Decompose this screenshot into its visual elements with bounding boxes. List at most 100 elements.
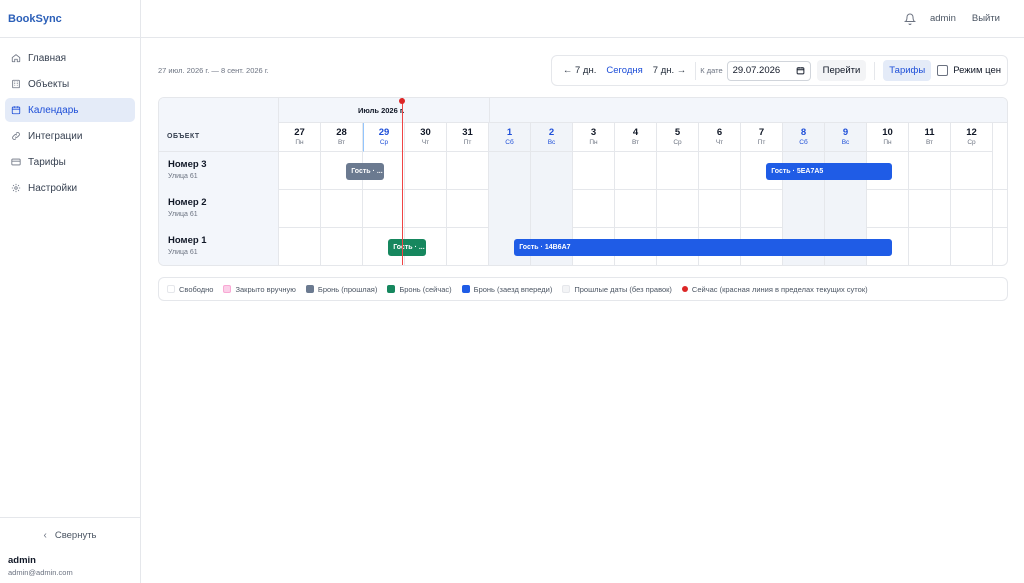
price-mode-checkbox[interactable] — [937, 65, 949, 76]
day-weekday: Вт — [925, 139, 934, 146]
sidebar-item-gear[interactable]: Настройки — [5, 176, 135, 200]
calendar-cell[interactable] — [447, 190, 489, 228]
calendar-cell[interactable] — [531, 190, 573, 228]
today-button[interactable]: Сегодня — [601, 62, 647, 79]
calendar-cell[interactable] — [909, 152, 951, 190]
day-header: 6 Чт — [699, 123, 741, 152]
day-weekday: Чт — [421, 139, 430, 146]
tariffs-button[interactable]: Тарифы — [883, 60, 932, 81]
calendar-cell[interactable] — [909, 190, 951, 228]
day-header: 4 Вт — [615, 123, 657, 152]
room-cell[interactable]: Номер 3 Улица 61 — [159, 152, 279, 190]
calendar-cell[interactable] — [657, 190, 699, 228]
calendar-cell[interactable] — [447, 228, 489, 265]
day-weekday: Вс — [547, 139, 556, 146]
calendar-cell[interactable] — [825, 190, 867, 228]
booking-bar[interactable]: Гость · 14B6A7 — [514, 239, 893, 256]
calendar-cell[interactable] — [615, 152, 657, 190]
day-weekday: Ср — [673, 139, 682, 146]
sidebar-item-label: Календарь — [28, 104, 79, 116]
booking-bar[interactable]: Гость · ... — [388, 239, 426, 256]
calendar-cell[interactable] — [867, 190, 909, 228]
date-input[interactable]: 29.07.2026 — [726, 60, 811, 81]
calendar-cell[interactable] — [951, 152, 993, 190]
calendar-cell[interactable] — [447, 152, 489, 190]
collapse-sidebar-button[interactable]: ‹ Свернуть — [0, 517, 140, 553]
calendar-cell[interactable] — [531, 152, 573, 190]
home-icon — [11, 53, 21, 63]
calendar-cell[interactable] — [741, 190, 783, 228]
legend-label: Бронь (прошлая) — [317, 284, 378, 294]
card-icon — [11, 157, 21, 167]
day-weekday: Сб — [799, 139, 808, 146]
legend-label: Бронь (заезд впереди) — [473, 284, 553, 294]
collapse-label: Свернуть — [54, 530, 97, 541]
calendar-cell[interactable] — [951, 228, 993, 265]
booking-calendar: Июль 2026 г. ОБЪЕКТ 27 Пн 28 Вт 29 Ср 30 Чт 31 Пт… — [158, 97, 1008, 266]
next-week-button[interactable]: 7 дн. → — [648, 62, 692, 79]
sidebar-item-calendar[interactable]: Календарь — [5, 98, 135, 122]
calendar-cell[interactable] — [657, 152, 699, 190]
sidebar-item-home[interactable]: Главная — [5, 46, 135, 70]
logout-button[interactable]: Выйти — [972, 13, 1000, 24]
room-address: Улица 61 — [168, 249, 198, 256]
calendar-cell[interactable] — [321, 190, 363, 228]
calendar-cell[interactable] — [615, 190, 657, 228]
calendar-cell[interactable] — [489, 190, 531, 228]
day-weekday: Пн — [589, 139, 598, 146]
day-number: 5 — [674, 127, 681, 138]
room-row: Номер 1 Улица 61 Гость · ... Гость · 14B6A7 — [159, 228, 1007, 265]
calendar-cell[interactable] — [405, 190, 447, 228]
calendar-icon — [11, 105, 21, 115]
calendar-cell[interactable] — [783, 190, 825, 228]
booking-bar[interactable]: Гость · ... — [346, 163, 384, 180]
prev-week-button[interactable]: ← 7 дн. — [558, 62, 602, 79]
calendar-cell[interactable] — [489, 152, 531, 190]
calendar-cell[interactable] — [573, 190, 615, 228]
calendar-toolbar: ← 7 дн. Сегодня 7 дн. → К дате 29.07.202… — [550, 55, 1008, 86]
day-number: 29 — [378, 127, 390, 138]
day-number: 12 — [966, 127, 977, 138]
object-column-header: ОБЪЕКТ — [159, 98, 279, 152]
bell-icon[interactable] — [903, 13, 916, 25]
day-weekday: Ср — [967, 139, 976, 146]
topbar: admin Выйти — [141, 0, 1024, 38]
object-header-label: ОБЪЕКТ — [167, 133, 200, 140]
day-header: 8 Сб — [783, 123, 825, 152]
calendar-cell[interactable] — [405, 152, 447, 190]
calendar-cell[interactable] — [363, 190, 405, 228]
sidebar-nav: Главная Объекты Календарь Интеграции Тарифы Н… — [0, 38, 140, 200]
room-cell[interactable]: Номер 1 Улица 61 — [159, 228, 279, 265]
calendar-cell[interactable] — [909, 228, 951, 265]
legend-swatch — [461, 285, 470, 293]
sidebar-item-card[interactable]: Тарифы — [5, 150, 135, 174]
sidebar-item-building[interactable]: Объекты — [5, 72, 135, 96]
booking-bar[interactable]: Гость · 5EA7A5 — [766, 163, 893, 180]
legend-label: Прошлые даты (без правок) — [574, 284, 672, 294]
day-weekday: Ср — [379, 139, 389, 146]
legend-label: Бронь (сейчас) — [399, 284, 452, 294]
sidebar: BookSync Главная Объекты Календарь Интеграц… — [0, 0, 141, 583]
calendar-cell[interactable] — [321, 228, 363, 265]
calendar-cell[interactable] — [279, 228, 321, 265]
day-header: 3 Пн — [573, 123, 615, 152]
day-header: 12 Ср — [951, 123, 993, 152]
legend-swatch — [562, 285, 571, 293]
price-mode-label[interactable]: Режим цен — [953, 65, 1001, 76]
month-label: Июль 2026 г. — [358, 106, 405, 115]
brand-logo[interactable]: BookSync — [0, 0, 140, 38]
day-weekday: Пт — [757, 139, 766, 146]
legend-swatch — [681, 286, 688, 292]
calendar-picker-icon[interactable] — [796, 66, 805, 75]
calendar-cell[interactable] — [699, 152, 741, 190]
sidebar-item-link[interactable]: Интеграции — [5, 124, 135, 148]
legend-item: Закрыто вручную — [223, 285, 296, 294]
calendar-cell[interactable] — [279, 152, 321, 190]
day-header: 11 Вт — [909, 123, 951, 152]
calendar-cell[interactable] — [573, 152, 615, 190]
calendar-cell[interactable] — [279, 190, 321, 228]
calendar-cell[interactable] — [699, 190, 741, 228]
calendar-cell[interactable] — [951, 190, 993, 228]
room-cell[interactable]: Номер 2 Улица 61 — [159, 190, 279, 228]
go-button[interactable]: Перейти — [816, 60, 867, 81]
